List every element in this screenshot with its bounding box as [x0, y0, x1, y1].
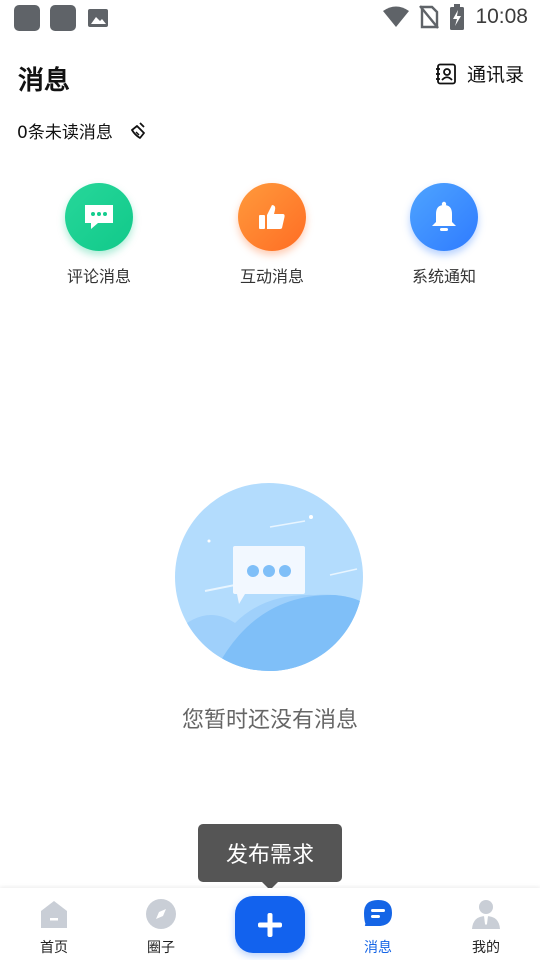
category-system[interactable]: 系统通知: [384, 183, 504, 287]
nav-label: 首页: [40, 940, 68, 956]
wifi-icon: [383, 6, 410, 27]
clear-broom-icon[interactable]: [129, 121, 149, 141]
status-bar: 10:08: [0, 0, 540, 36]
home-icon: [41, 901, 67, 928]
plus-icon: [258, 912, 282, 937]
app-notification-icon: [50, 5, 76, 31]
category-comments[interactable]: 评论消息: [39, 183, 159, 287]
category-label: 互动消息: [239, 267, 304, 286]
category-label: 评论消息: [66, 267, 131, 286]
image-icon: [88, 9, 108, 27]
unread-count-row: 0条未读消息: [17, 118, 149, 143]
contacts-button[interactable]: 通讯录: [435, 60, 524, 87]
publish-tooltip: 发布需求: [198, 824, 342, 882]
message-icon: [364, 900, 392, 926]
profile-icon: [472, 900, 500, 929]
system-circle: [410, 183, 478, 251]
compass-icon: [146, 899, 176, 929]
category-interactions[interactable]: 互动消息: [212, 183, 332, 287]
thumbs-up-icon: [259, 205, 285, 229]
nav-label: 我的: [472, 940, 500, 956]
contacts-label: 通讯录: [466, 64, 524, 86]
nav-messages[interactable]: 消息: [338, 898, 418, 957]
unread-count-text: 0条未读消息: [17, 123, 113, 143]
nav-home[interactable]: 首页: [14, 898, 94, 957]
battery-charging-icon: [450, 4, 465, 30]
interaction-circle: [238, 183, 306, 251]
contacts-book-icon: [435, 63, 456, 84]
comment-circle: [65, 183, 133, 251]
nav-label: 消息: [364, 940, 392, 956]
no-sim-icon: [419, 5, 440, 29]
empty-state-text: 您暂时还没有消息: [181, 708, 358, 733]
app-notification-icon: [14, 5, 40, 31]
nav-profile[interactable]: 我的: [446, 898, 526, 957]
bell-icon: [432, 201, 456, 231]
nav-circle[interactable]: 圈子: [121, 898, 201, 957]
empty-messages-illustration: [175, 483, 363, 671]
publish-button[interactable]: [235, 896, 305, 953]
nav-label: 圈子: [147, 940, 175, 956]
page-title: 消息: [18, 66, 71, 96]
category-label: 系统通知: [411, 267, 476, 286]
status-time: 10:08: [475, 5, 528, 28]
comment-bubble-icon: [85, 205, 113, 229]
